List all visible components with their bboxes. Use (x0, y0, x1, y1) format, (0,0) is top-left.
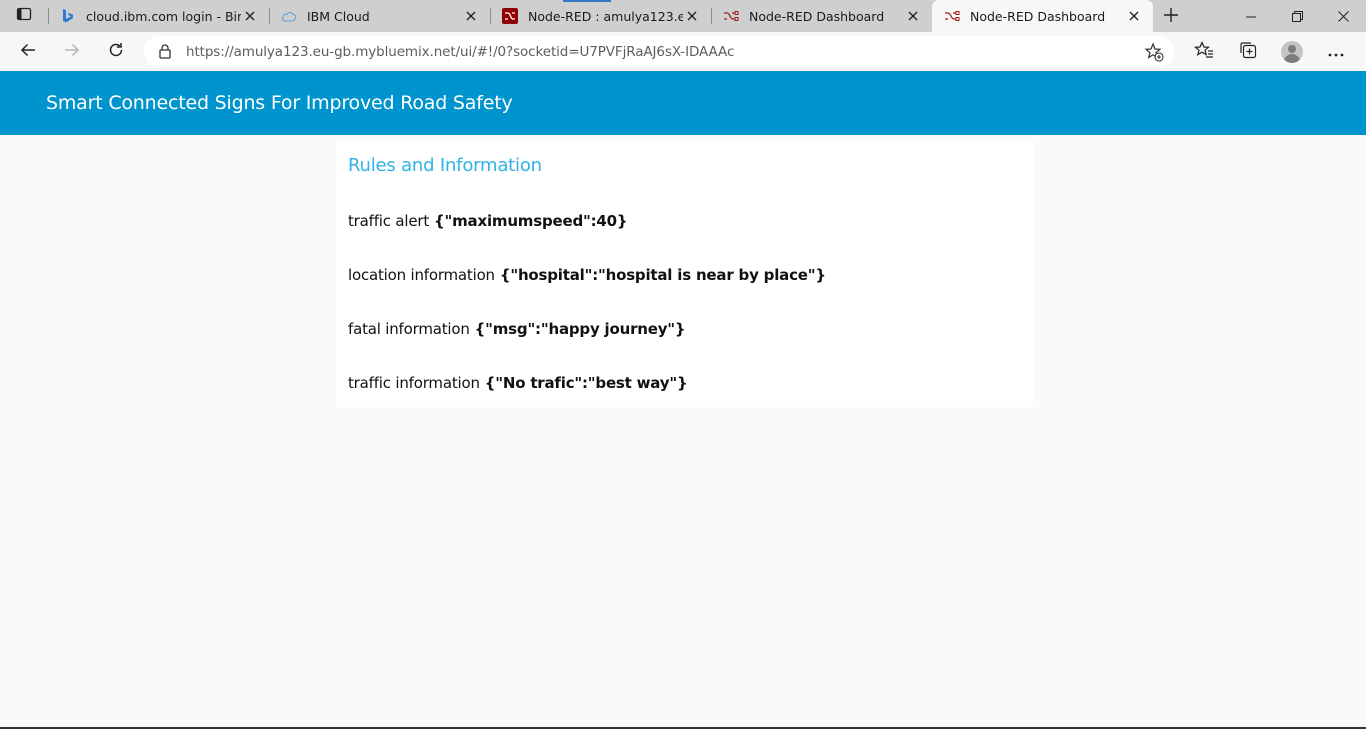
info-value: {"hospital":"hospital is near by place"} (499, 266, 826, 284)
favorites-button[interactable] (1182, 32, 1226, 71)
info-label: traffic alert (348, 212, 430, 230)
info-row-traffic-alert: traffic alert {"maximumspeed":40} (348, 212, 628, 230)
close-icon (1337, 7, 1349, 26)
page-title: Smart Connected Signs For Improved Road … (46, 92, 513, 114)
more-icon (1328, 42, 1344, 61)
close-tab-icon[interactable] (462, 7, 480, 25)
tab-title: cloud.ibm.com login - Bing (86, 8, 241, 24)
settings-menu-button[interactable] (1314, 32, 1358, 71)
avatar (1281, 40, 1303, 63)
minimize-icon (1246, 7, 1256, 26)
card-title: Rules and Information (348, 155, 542, 176)
info-label: traffic information (348, 374, 480, 392)
tab-ibm-cloud[interactable]: IBM Cloud (269, 0, 490, 32)
close-tab-icon[interactable] (904, 7, 922, 25)
tab-title: Node-RED Dashboard (749, 8, 885, 24)
arrow-left-icon (20, 42, 36, 61)
url-text[interactable]: https://amulya123.eu-gb.mybluemix.net/ui… (186, 44, 734, 60)
browser-toolbar: https://amulya123.eu-gb.mybluemix.net/ui… (0, 32, 1366, 71)
tab-bing[interactable]: cloud.ibm.com login - Bing (48, 0, 269, 32)
info-row-traffic-information: traffic information {"No trafic":"best wa… (348, 374, 688, 392)
info-row-location-information: location information {"hospital":"hospita… (348, 266, 826, 284)
restore-icon (1291, 7, 1303, 26)
tab-node-red-editor[interactable]: Node-RED : amulya123.eu-gb (490, 0, 711, 32)
address-bar[interactable]: https://amulya123.eu-gb.mybluemix.net/ui… (144, 36, 1174, 67)
node-red-icon (944, 8, 960, 24)
collections-button[interactable] (1226, 32, 1270, 71)
forward-button[interactable] (50, 32, 94, 71)
back-button[interactable] (6, 32, 50, 71)
close-tab-icon[interactable] (1125, 7, 1143, 25)
tab-actions-icon (16, 6, 32, 26)
restore-button[interactable] (1274, 0, 1320, 32)
close-tab-icon[interactable] (683, 7, 701, 25)
node-red-icon (723, 8, 739, 24)
refresh-button[interactable] (94, 32, 138, 71)
dashboard-header: Smart Connected Signs For Improved Road … (0, 71, 1366, 135)
rules-card: Rules and Information traffic alert {"max… (336, 141, 1033, 407)
close-window-button[interactable] (1320, 0, 1366, 32)
lock-icon[interactable] (156, 43, 174, 61)
tab-actions-button[interactable] (0, 0, 48, 32)
arrow-right-icon (64, 42, 80, 61)
tab-title: IBM Cloud (307, 8, 370, 24)
collections-icon (1239, 41, 1257, 63)
cloud-icon (281, 8, 297, 24)
info-value: {"msg":"happy journey"} (474, 320, 686, 338)
plus-icon (1164, 7, 1178, 26)
info-value: {"maximumspeed":40} (434, 212, 628, 230)
tab-title: Node-RED Dashboard (970, 8, 1106, 24)
profile-button[interactable] (1270, 32, 1314, 71)
tab-title: Node-RED : amulya123.eu-gb (528, 8, 683, 24)
node-red-icon (502, 8, 518, 24)
tab-node-red-dashboard-active[interactable]: Node-RED Dashboard (932, 0, 1153, 32)
favorites-icon (1193, 40, 1214, 63)
info-row-fatal-information: fatal information {"msg":"happy journey"} (348, 320, 686, 338)
browser-tab-strip: cloud.ibm.com login - Bing IBM Cloud Nod… (0, 0, 1366, 32)
minimize-button[interactable] (1228, 0, 1274, 32)
tab-node-red-dashboard[interactable]: Node-RED Dashboard (711, 0, 932, 32)
close-tab-icon[interactable] (241, 7, 259, 25)
add-favorite-icon[interactable] (1144, 42, 1164, 62)
refresh-icon (108, 42, 124, 62)
info-label: fatal information (348, 320, 470, 338)
bing-icon (60, 8, 76, 24)
new-tab-button[interactable] (1153, 0, 1189, 32)
info-value: {"No trafic":"best way"} (484, 374, 688, 392)
info-label: location information (348, 266, 495, 284)
